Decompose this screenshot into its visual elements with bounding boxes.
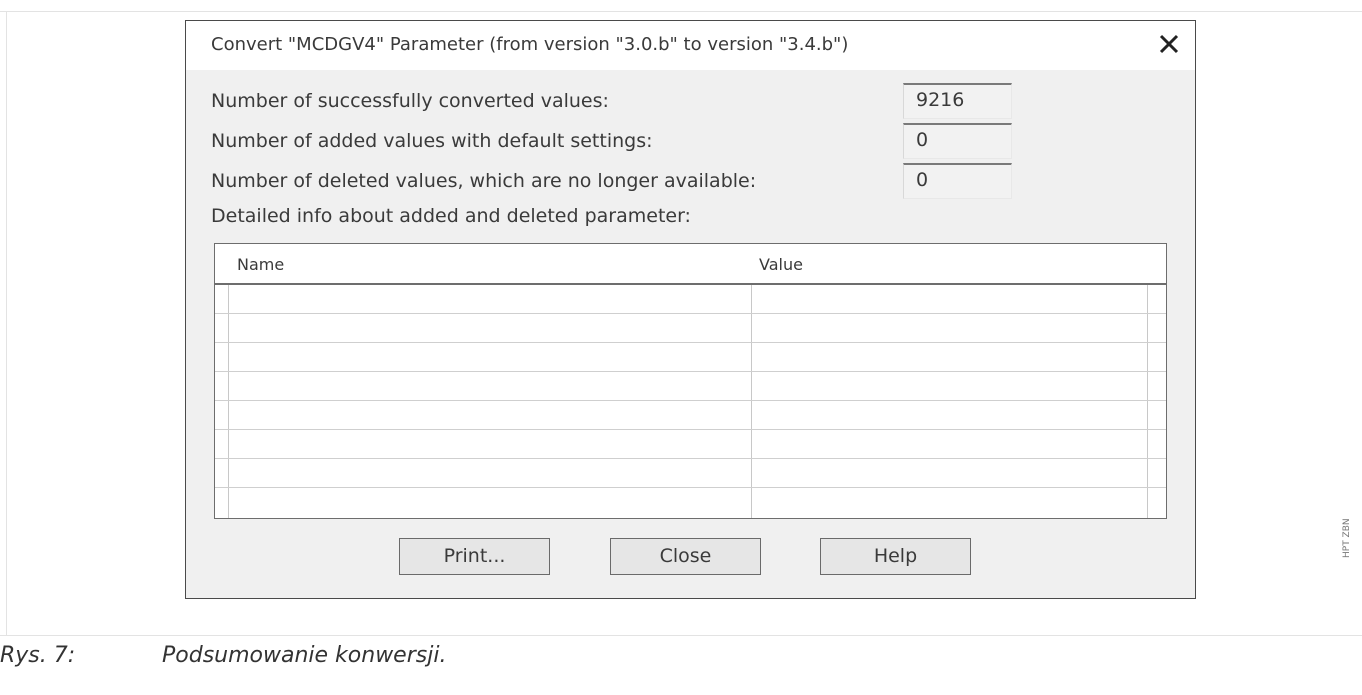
page-top-rule: [0, 11, 1362, 12]
side-reference-code: HPT ZBN: [1342, 518, 1352, 558]
detail-info-label: Detailed info about added and deleted pa…: [211, 205, 691, 227]
close-icon[interactable]: [1156, 31, 1182, 57]
converted-values-label: Number of successfully converted values:: [211, 90, 609, 112]
dialog-title: Convert "MCDGV4" Parameter (from version…: [211, 34, 849, 55]
table-header: Name Value: [215, 244, 1166, 285]
added-values-field: 0: [903, 123, 1012, 159]
table-row: [215, 371, 1166, 372]
table-row: [215, 487, 1166, 488]
column-header-name[interactable]: Name: [237, 255, 284, 274]
table-row: [215, 429, 1166, 430]
page-bottom-rule: [0, 635, 1362, 636]
added-values-label: Number of added values with default sett…: [211, 130, 653, 152]
help-button[interactable]: Help: [820, 538, 971, 575]
convert-parameter-dialog: Convert "MCDGV4" Parameter (from version…: [185, 20, 1196, 599]
table-row: [215, 458, 1166, 459]
table-gutter-line: [228, 244, 229, 518]
page-left-rule: [6, 12, 7, 635]
close-button[interactable]: Close: [610, 538, 761, 575]
table-column-divider: [751, 244, 752, 518]
deleted-values-field: 0: [903, 163, 1012, 199]
table-scroll-divider: [1147, 244, 1148, 518]
figure-caption: Podsumowanie konwersji.: [162, 643, 447, 668]
table-row: [215, 400, 1166, 401]
print-button[interactable]: Print...: [399, 538, 550, 575]
column-header-value[interactable]: Value: [759, 255, 803, 274]
table-row: [215, 342, 1166, 343]
parameter-detail-table[interactable]: Name Value: [214, 243, 1167, 519]
figure-number: Rys. 7:: [0, 643, 76, 668]
deleted-values-label: Number of deleted values, which are no l…: [211, 170, 757, 192]
table-row: [215, 313, 1166, 314]
dialog-titlebar: Convert "MCDGV4" Parameter (from version…: [186, 21, 1195, 70]
converted-values-field: 9216: [903, 83, 1012, 119]
